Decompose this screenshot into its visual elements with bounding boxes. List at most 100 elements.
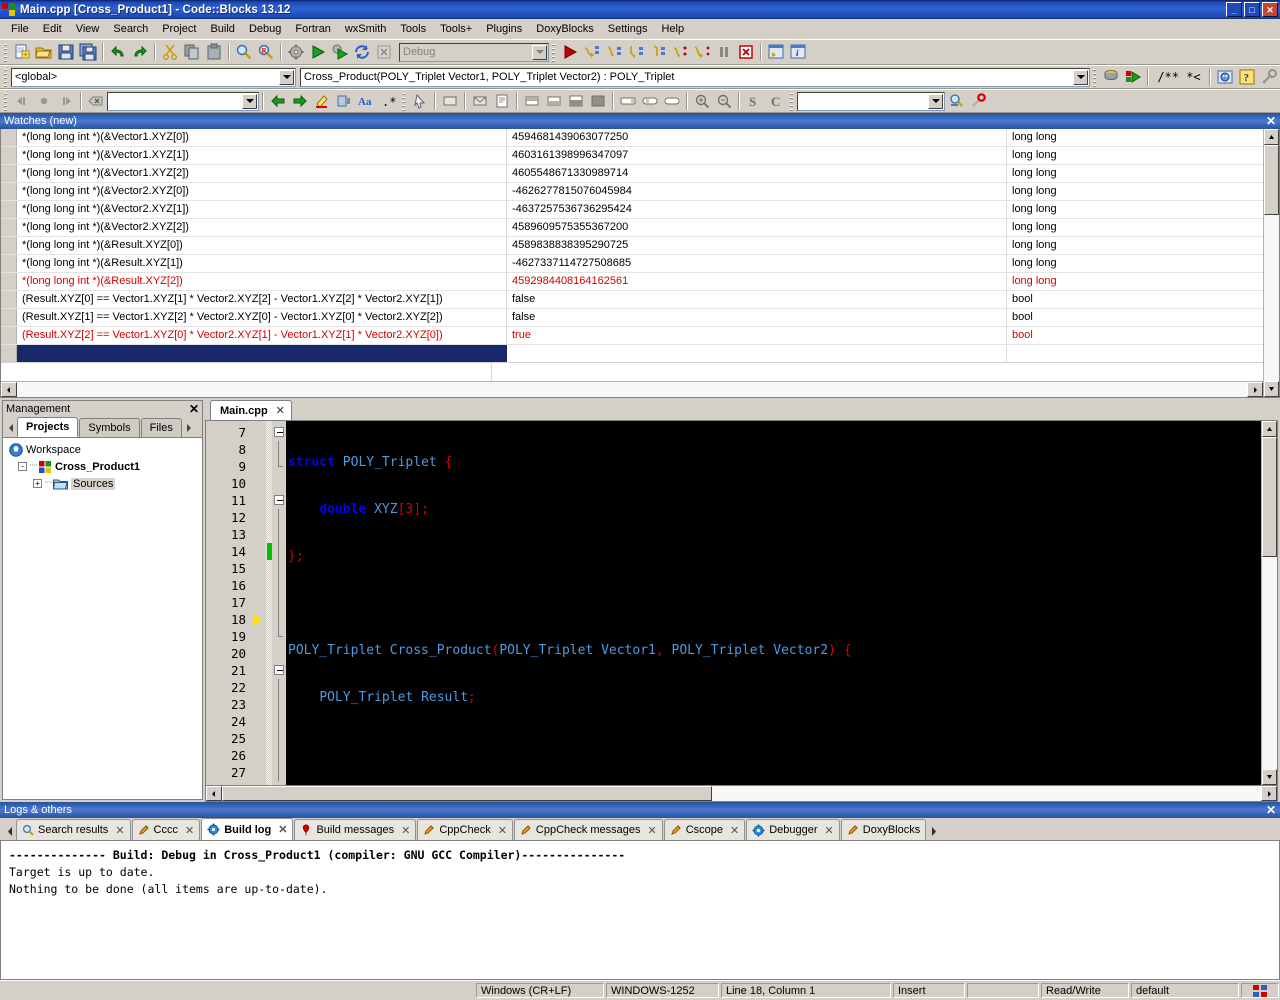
debug-next-instruction-icon[interactable] <box>603 41 625 63</box>
cut-icon[interactable] <box>159 41 181 63</box>
watch-value[interactable]: false <box>507 291 1007 308</box>
redo-icon[interactable] <box>129 41 151 63</box>
tab-files[interactable]: Files <box>140 418 182 437</box>
table-row[interactable]: (Result.XYZ[2] == Vector1.XYZ[0] * Vecto… <box>1 327 1263 345</box>
scroll-down-button[interactable] <box>1262 769 1277 785</box>
tab-doxyblocks[interactable]: DoxyBlocks <box>840 819 927 840</box>
text-widget-icon[interactable] <box>491 90 513 112</box>
watch-value[interactable]: 4589838838395290725 <box>507 237 1007 254</box>
code-text[interactable]: struct POLY_Triplet { double XYZ[3]; }; … <box>286 421 1261 785</box>
vscroll-thumb[interactable] <box>1262 437 1277 557</box>
zoom-in-icon[interactable] <box>691 90 713 112</box>
watches-close-icon[interactable]: ✕ <box>1266 115 1276 127</box>
tools-wrench-icon[interactable] <box>967 90 989 112</box>
watch-value[interactable]: 4589609575355367200 <box>507 219 1007 236</box>
layout-top-icon[interactable] <box>521 90 543 112</box>
menu-build[interactable]: Build <box>203 21 241 37</box>
log-tab-close-icon[interactable]: ✕ <box>401 824 410 837</box>
table-row[interactable]: *(long long int *)(&Result.XYZ[0]) 45898… <box>1 237 1263 255</box>
watch-expression[interactable]: *(long long int *)(&Vector1.XYZ[0]) <box>17 129 507 146</box>
menu-fortran[interactable]: Fortran <box>288 21 337 37</box>
save-all-icon[interactable] <box>77 41 99 63</box>
menu-tools[interactable]: Tools <box>393 21 433 37</box>
watch-expression[interactable]: *(long long int *)(&Vector2.XYZ[1]) <box>17 201 507 218</box>
debug-step-instruction-icon[interactable] <box>669 41 691 63</box>
debug-run-to-cursor-icon[interactable] <box>691 41 713 63</box>
paste-icon[interactable] <box>203 41 225 63</box>
chevron-down-icon[interactable] <box>242 93 257 109</box>
incremental-search-input[interactable] <box>107 91 259 111</box>
debug-continue-icon[interactable] <box>559 41 581 63</box>
watch-new-selection[interactable] <box>17 345 507 362</box>
watch-expression[interactable]: *(long long int *)(&Vector1.XYZ[1]) <box>17 147 507 164</box>
scroll-left-button[interactable] <box>206 786 222 801</box>
debug-step-out-icon[interactable] <box>647 41 669 63</box>
code-editor[interactable]: 7 8 9 10 11 12 13 14 15 16 17 18 19 20 2… <box>206 421 1277 785</box>
tab-scroll-right-icon[interactable] <box>183 419 196 437</box>
watch-value[interactable]: false <box>507 309 1007 326</box>
vscroll-track[interactable] <box>1264 145 1279 381</box>
tab-scroll-left-icon[interactable] <box>4 419 17 437</box>
log-tab-scroll-left-icon[interactable] <box>3 822 16 840</box>
highlight-icon[interactable] <box>311 90 333 112</box>
tree-node-project[interactable]: - Cross_Product1 <box>6 458 202 475</box>
tab-search-results[interactable]: Search results ✕ <box>16 819 131 840</box>
watch-value[interactable]: 4605548671330989714 <box>507 165 1007 182</box>
chevron-down-icon[interactable] <box>279 69 294 85</box>
search-prev-icon[interactable] <box>267 90 289 112</box>
table-row[interactable]: *(long long int *)(&Vector1.XYZ[0]) 4594… <box>1 129 1263 147</box>
table-row[interactable]: *(long long int *)(&Vector1.XYZ[1]) 4603… <box>1 147 1263 165</box>
watch-value[interactable]: 4594681439063077250 <box>507 129 1007 146</box>
chevron-down-icon[interactable] <box>532 44 547 60</box>
rebuild-icon[interactable] <box>351 41 373 63</box>
build-gear-icon[interactable] <box>285 41 307 63</box>
scope-combo[interactable]: <global> <box>11 67 296 87</box>
match-case-icon[interactable]: Aa <box>355 90 377 112</box>
hscroll-track[interactable] <box>17 382 1247 397</box>
table-row[interactable]: *(long long int *)(&Vector2.XYZ[0]) -462… <box>1 183 1263 201</box>
zoom-out-icon[interactable] <box>713 90 735 112</box>
scroll-left-button[interactable] <box>1 382 17 397</box>
tab-debugger[interactable]: Debugger ✕ <box>746 819 840 840</box>
tools-combo[interactable] <box>797 91 945 111</box>
pointer-tool-icon[interactable] <box>409 90 431 112</box>
search-next-icon[interactable] <box>289 90 311 112</box>
scroll-down-button[interactable] <box>1264 381 1279 397</box>
tab-build-log[interactable]: Build log ✕ <box>201 818 294 840</box>
scope-toolbar-grip[interactable] <box>2 67 9 87</box>
menu-doxyblocks[interactable]: DoxyBlocks <box>529 21 600 37</box>
watch-expression[interactable]: *(long long int *)(&Result.XYZ[1]) <box>17 255 507 272</box>
watch-expression[interactable]: (Result.XYZ[2] == Vector1.XYZ[0] * Vecto… <box>17 327 507 344</box>
breakpoint-gutter[interactable] <box>250 421 266 785</box>
layout-split-icon[interactable] <box>565 90 587 112</box>
doxy-help-icon[interactable]: ? <box>1236 66 1258 88</box>
watch-value[interactable]: true <box>507 327 1007 344</box>
table-row[interactable]: (Result.XYZ[0] == Vector1.XYZ[1] * Vecto… <box>1 291 1263 309</box>
table-row[interactable]: *(long long int *)(&Result.XYZ[1]) -4627… <box>1 255 1263 273</box>
doxy-run-icon[interactable] <box>1122 66 1144 88</box>
table-row[interactable]: *(long long int *)(&Result.XYZ[2]) 45929… <box>1 273 1263 291</box>
doxy-config-icon[interactable] <box>1214 66 1236 88</box>
tools-inspect-icon[interactable] <box>945 90 967 112</box>
menu-debug[interactable]: Debug <box>242 21 288 37</box>
abort-build-icon[interactable] <box>373 41 395 63</box>
toolbar-grip[interactable] <box>2 42 9 62</box>
replace-icon[interactable]: R <box>255 41 277 63</box>
scroll-up-button[interactable] <box>1264 129 1279 145</box>
watch-new-value[interactable] <box>507 345 1007 362</box>
browse-mark-icon[interactable] <box>33 90 55 112</box>
doxy-toolbar-grip[interactable] <box>1091 67 1098 87</box>
menu-plugins[interactable]: Plugins <box>479 21 529 37</box>
menu-view[interactable]: View <box>69 21 107 37</box>
run-icon[interactable] <box>307 41 329 63</box>
debug-pause-icon[interactable] <box>713 41 735 63</box>
build-log-output[interactable]: -------------- Build: Debug in Cross_Pro… <box>0 841 1280 980</box>
management-close-icon[interactable]: ✕ <box>189 402 199 416</box>
chevron-down-icon[interactable] <box>1073 69 1088 85</box>
layout-full-icon[interactable] <box>587 90 609 112</box>
open-file-icon[interactable] <box>33 41 55 63</box>
watches-hscrollbar[interactable] <box>1 381 1263 397</box>
code-folding-gutter[interactable] <box>272 421 286 785</box>
watch-expression[interactable]: (Result.XYZ[0] == Vector1.XYZ[1] * Vecto… <box>17 291 507 308</box>
table-row[interactable]: *(long long int *)(&Vector2.XYZ[2]) 4589… <box>1 219 1263 237</box>
